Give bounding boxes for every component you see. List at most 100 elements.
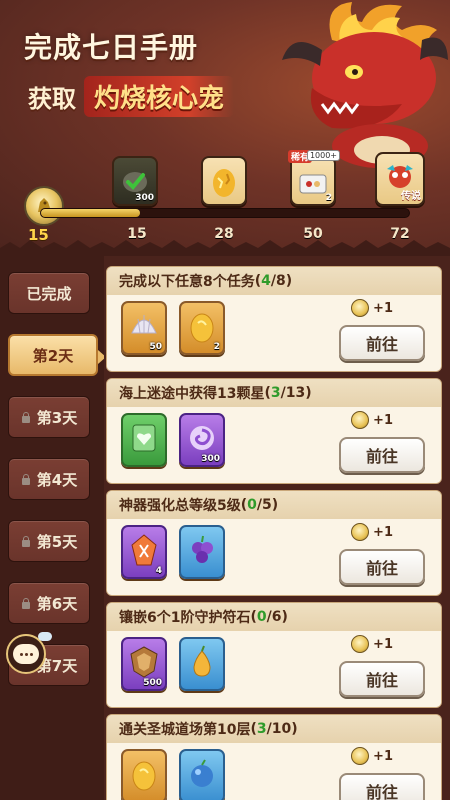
task-title: 完成以下任意8个任务 [119,274,255,290]
reward-item[interactable] [179,637,225,691]
tab-day-3[interactable]: 第3天 [8,396,90,438]
task-body: 50 2 +1 前往 [107,295,441,371]
task-point-value: +1 [373,412,393,428]
reward-item[interactable] [121,413,167,467]
seven-day-handbook-screen: 完成七日手册 获取 灼烧核心宠 15 300 稀有 1000+ 2 传说 15 … [0,0,450,800]
task-progress-total: /6 [266,609,282,625]
milestone-reward-2[interactable] [201,156,247,206]
lock-icon [21,412,31,423]
task-title-row: 完成以下任意8个任务 (4/8) [107,267,441,295]
task-progress-total: /10 [266,721,292,737]
task-title: 神器强化总等级5级 [119,498,241,514]
reward-item[interactable] [121,749,167,800]
tab-completed[interactable]: 已完成 [8,272,90,314]
task-point-reward: +1 [351,747,393,765]
task-card: 镶嵌6个1阶守护符石 (0/6) 500 +1 前往 [106,602,442,708]
reward-item[interactable]: 2 [179,301,225,355]
day-tabs: 已完成 第2天 第3天 第4天 第5天 第6天 第7天 [0,256,106,800]
banner-title: 完成七日手册 [24,31,199,64]
tab-label: 第4天 [36,470,78,489]
task-title: 通关圣城道场第10层 [119,722,251,738]
task-progress-done: 4 [261,273,271,289]
tab-day-4[interactable]: 第4天 [8,458,90,500]
point-medal-icon [351,299,370,317]
reward-item-count: 300 [201,454,220,464]
task-body: 4 +1 前往 [107,519,441,595]
chat-button[interactable] [6,632,52,674]
reward-item[interactable]: 500 [121,637,167,691]
cloud-icon [38,632,52,641]
task-progress-done: 0 [256,609,267,625]
reward-item[interactable]: 50 [121,301,167,355]
current-points-medal-icon [24,186,64,226]
tab-label: 第3天 [36,408,78,427]
task-progress-done: 0 [247,497,257,513]
banner: 完成七日手册 获取 灼烧核心宠 15 300 稀有 1000+ 2 传说 15 … [0,0,450,250]
task-point-value: +1 [373,524,393,540]
task-progress-close: ) [291,721,298,737]
task-title-row: 镶嵌6个1阶守护符石 (0/6) [107,603,441,631]
shell-icon [128,311,160,345]
reward-item[interactable] [179,525,225,579]
go-button[interactable]: 前往 [339,325,425,361]
task-title: 海上迷途中获得13颗星 [119,386,265,402]
lock-icon [21,536,31,547]
task-body: +1 前往 [107,743,441,800]
tab-day-6[interactable]: 第6天 [8,582,90,624]
task-point-value: +1 [373,300,393,316]
task-point-reward: +1 [351,523,393,541]
task-card: 海上迷途中获得13颗星 (3/13) 300 +1 前往 [106,378,442,484]
golden-egg-icon [213,169,235,197]
treasure-box-icon [299,174,327,194]
heart-scroll-icon [128,421,160,459]
reward-item[interactable] [179,749,225,800]
task-point-reward: +1 [351,635,393,653]
reward-item-count: 2 [213,342,220,352]
banner-subtitle-highlight: 灼烧核心宠 [84,76,235,117]
chat-icon [13,644,39,664]
go-button[interactable]: 前往 [339,549,425,585]
milestone-reward-3[interactable]: 稀有 1000+ 2 [288,150,340,206]
task-list[interactable]: 完成以下任意8个任务 (4/8) 50 2 +1 前往 海上迷途中获得13颗星 … [104,256,450,800]
task-progress-total: /13 [280,385,306,401]
task-point-value: +1 [373,748,393,764]
go-button[interactable]: 前往 [339,437,425,473]
milestone-reward-4[interactable]: 传说 [375,152,425,206]
tab-day-2[interactable]: 第2天 [8,334,106,376]
task-progress-close: ) [271,497,279,513]
go-button[interactable]: 前往 [339,661,425,697]
task-progress-total: /5 [256,497,272,513]
task-progress-done: 3 [270,385,281,401]
task-point-reward: +1 [351,411,393,429]
point-medal-icon [351,523,370,541]
banner-subtitle-prefix: 获取 [28,85,76,113]
task-title: 镶嵌6个1阶守护符石 [119,610,251,626]
task-title-row: 通关圣城道场第10层 (3/10) [107,715,441,743]
tab-label: 第6天 [36,594,78,613]
task-title-row: 神器强化总等级5级 (0/5) [107,491,441,519]
decorative-spike-border [0,240,450,256]
task-card: 神器强化总等级5级 (0/5) 4 +1 前往 [106,490,442,596]
go-button[interactable]: 前往 [339,773,425,800]
task-progress-total: /8 [270,273,286,289]
reward-item[interactable]: 300 [179,413,225,467]
tab-label: 第2天 [32,346,74,365]
swirl-orb-icon [186,422,218,458]
point-medal-icon [351,747,370,765]
task-progress-close: ) [281,609,288,625]
reward-item[interactable]: 4 [121,525,167,579]
tab-label: 已完成 [26,284,72,303]
legend-tag: 传说 [401,191,421,202]
progress-fill [41,209,141,217]
progress-track [40,208,410,218]
task-progress-close: ) [285,273,293,289]
task-progress-done: 3 [256,721,267,737]
reward-item-count: 4 [155,566,162,576]
task-card: 通关圣城道场第10层 (3/10) +1 前往 [106,714,442,800]
berry-icon [187,758,217,794]
task-card: 完成以下任意8个任务 (4/8) 50 2 +1 前往 [106,266,442,372]
milestone-reward-1[interactable]: 300 [112,156,158,206]
task-progress-close: ) [305,385,312,401]
tab-day-5[interactable]: 第5天 [8,520,90,562]
reward-item-count: 500 [143,678,162,688]
